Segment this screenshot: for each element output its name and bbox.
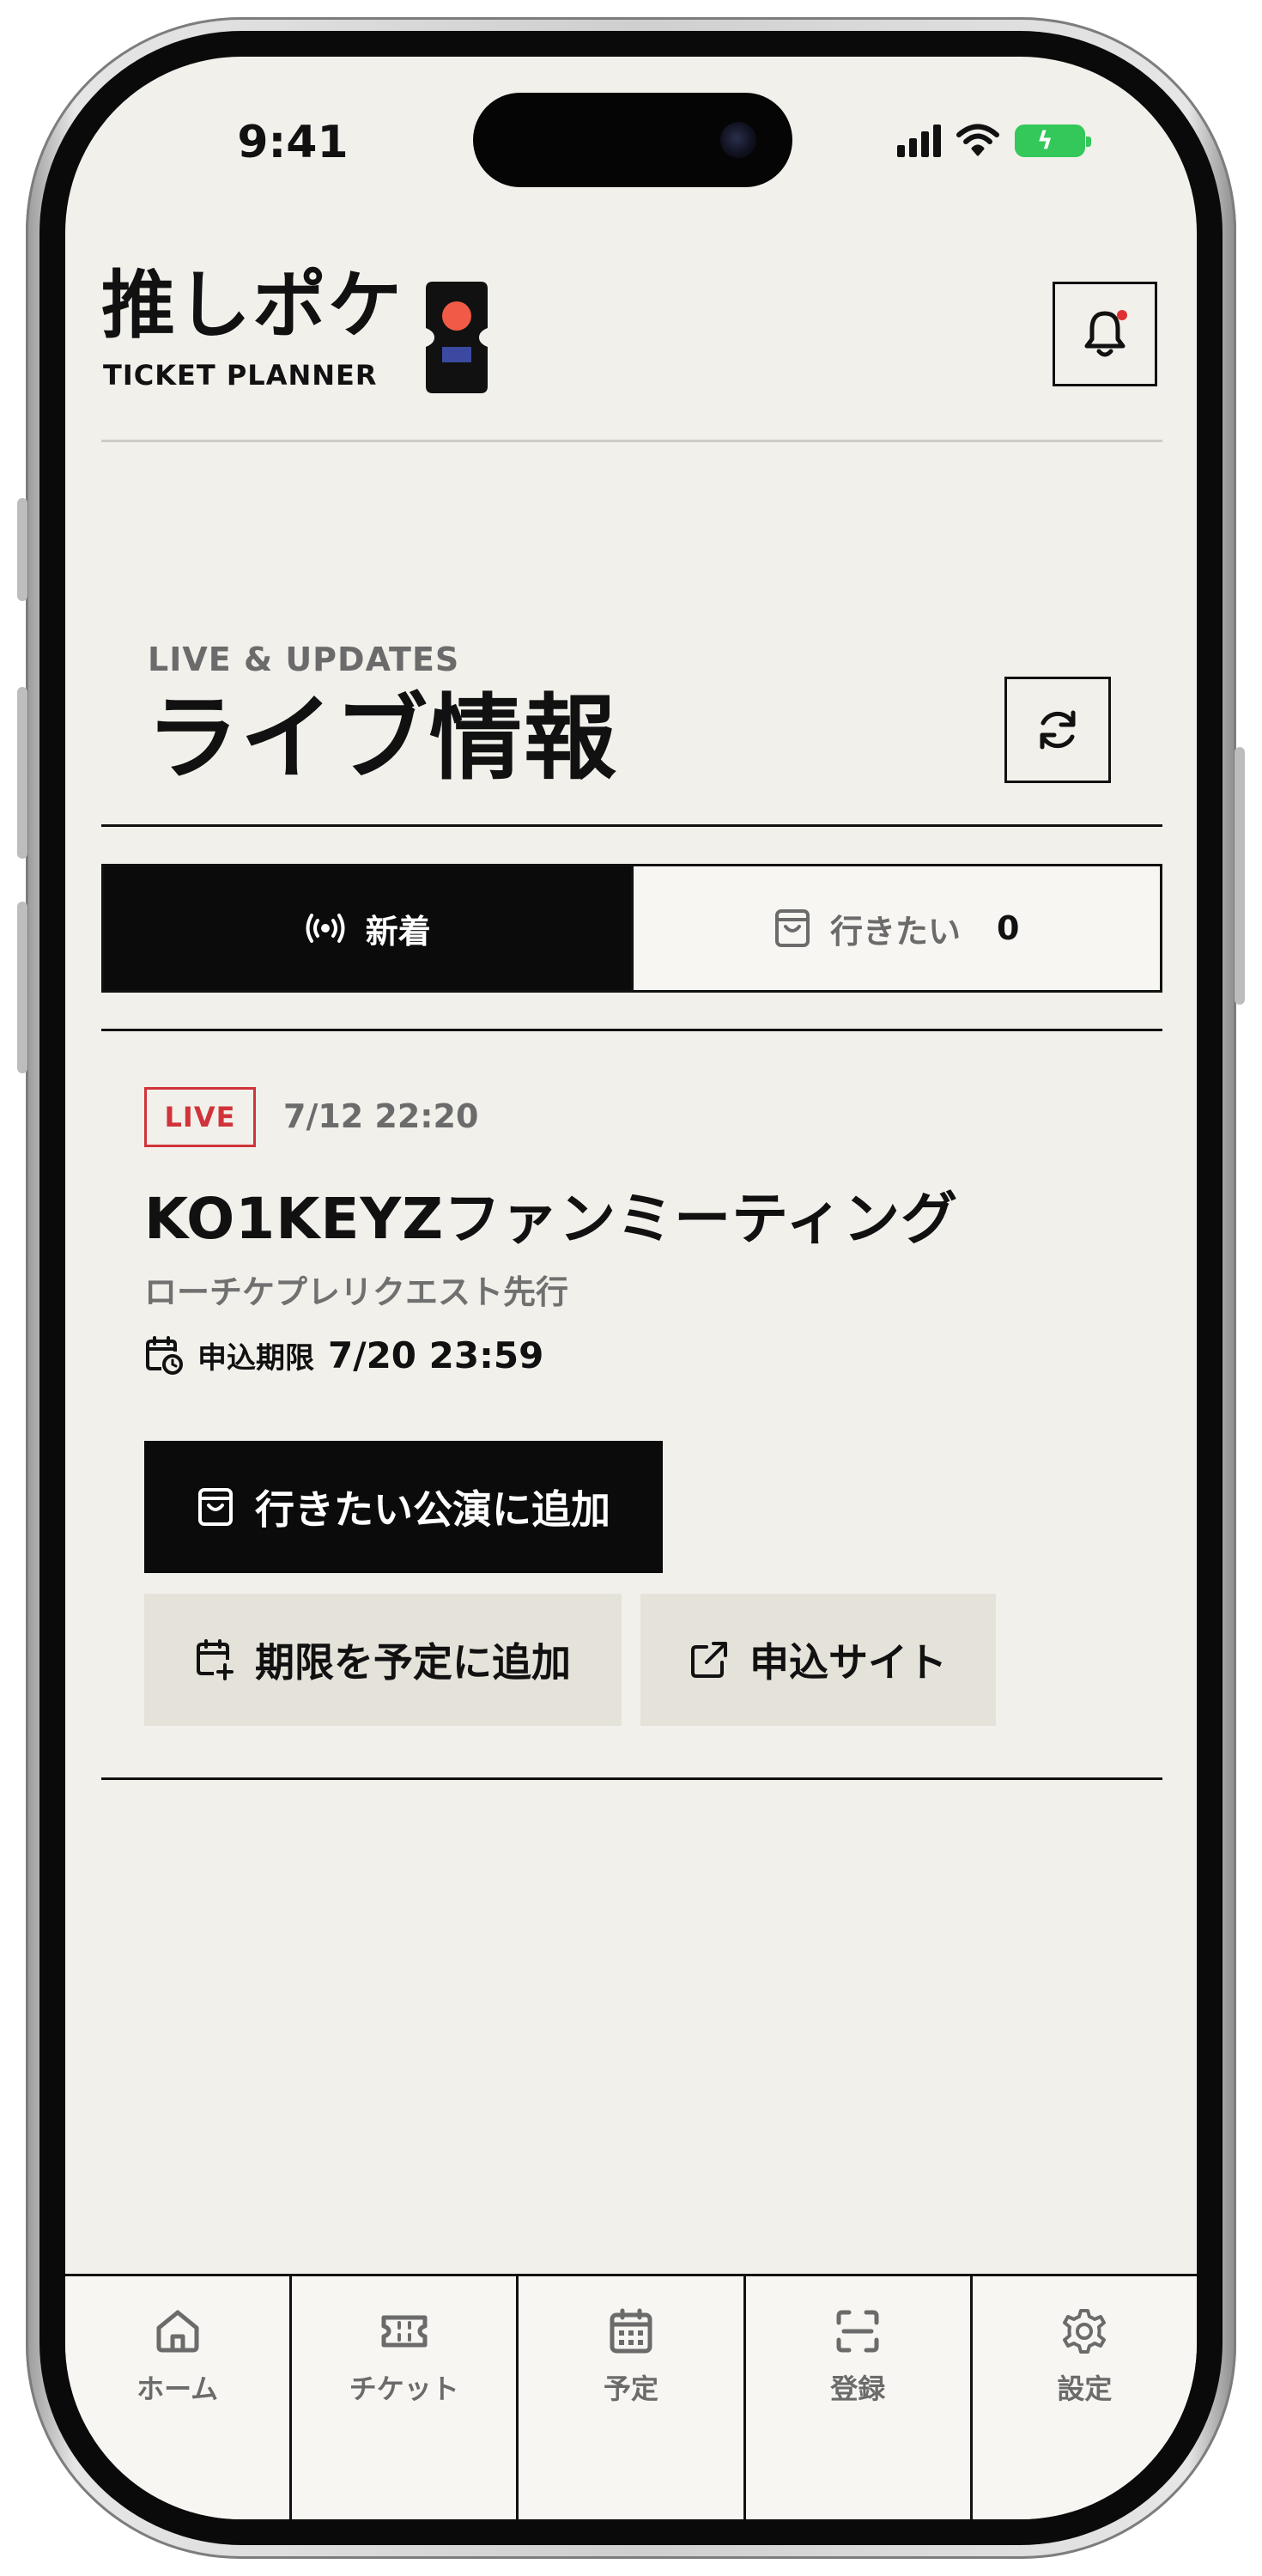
nav-settings[interactable]: 設定 [969,2276,1197,2519]
action-button [17,498,27,601]
event-title: KO1KEYZファンミーティング [144,1186,959,1252]
app-title: 推しポケ [101,263,403,349]
event-subtitle: ローチケプレリクエスト先行 [144,1273,569,1311]
notification-button[interactable] [1053,282,1157,386]
tab-new[interactable]: 新着 [104,866,631,990]
tab-new-label: 新着 [365,912,431,951]
add-to-want-button[interactable]: 行きたい公演に追加 [144,1441,663,1573]
nav-home-label: ホーム [137,2372,219,2405]
status-icons: ϟ [897,122,1091,160]
nav-settings-label: 設定 [1057,2372,1113,2405]
tab-want-label: 行きたい [830,912,962,951]
card-divider [101,1777,1162,1780]
bag-icon [198,1488,233,1526]
nav-register[interactable]: 登録 [743,2276,970,2519]
volume-up-button [17,687,27,859]
app-screen: 9:41 ϟ 推しポケ TICKET PLANNER LIVE & UPDATE… [65,57,1197,2519]
ticket-icon [381,2315,428,2348]
tabs-divider [101,1029,1162,1031]
add-deadline-schedule-label: 期限を予定に追加 [255,1639,571,1686]
signal-icon [897,125,941,157]
section-title: ライブ情報 [146,685,619,793]
nav-register-label: 登録 [830,2372,886,2405]
refresh-button[interactable] [1004,677,1111,783]
application-site-button[interactable]: 申込サイト [640,1594,996,1726]
add-to-want-label: 行きたい公演に追加 [255,1486,610,1533]
deadline-label: 申込期限 [197,1341,314,1376]
section-divider [101,824,1162,827]
wifi-icon [956,124,999,156]
event-datetime: 7/12 22:20 [283,1097,479,1135]
tab-bar: 新着 行きたい 0 [101,864,1162,993]
tab-want[interactable]: 行きたい 0 [630,866,1160,990]
external-link-icon [691,1642,727,1678]
bag-icon [775,909,810,947]
app-subtitle: TICKET PLANNER [103,359,378,392]
calendar-icon [610,2308,652,2354]
calendar-plus-icon [197,1639,234,1680]
home-icon [156,2310,199,2353]
live-badge: LIVE [144,1087,256,1147]
deadline-value: 7/20 23:59 [328,1334,544,1376]
scan-icon [836,2310,879,2353]
camera-icon [720,122,756,158]
nav-schedule[interactable]: 予定 [516,2276,743,2519]
nav-tickets-label: チケット [349,2372,459,2405]
status-time: 9:41 [237,117,349,168]
notification-dot [1117,310,1127,320]
tab-want-count: 0 [997,909,1020,947]
header-divider [101,440,1162,442]
volume-down-button [17,902,27,1073]
nav-home[interactable]: ホーム [65,2276,289,2519]
nav-schedule-label: 予定 [604,2372,659,2405]
broadcast-icon [306,914,345,943]
refresh-icon [1040,710,1076,750]
nav-tickets[interactable]: チケット [289,2276,516,2519]
add-deadline-schedule-button[interactable]: 期限を予定に追加 [144,1594,622,1726]
section-kicker: LIVE & UPDATES [148,641,460,678]
battery-icon: ϟ [1015,125,1091,157]
dynamic-island [473,93,792,187]
ticket-icon [426,282,488,393]
power-button [1235,747,1245,1005]
gear-icon [1063,2309,1107,2354]
calendar-clock-icon [146,1335,183,1375]
event-deadline: 申込期限 7/20 23:59 [144,1334,543,1376]
application-site-label: 申込サイト [749,1639,947,1686]
bottom-nav: ホーム チケット 予定 登録 設定 [65,2274,1197,2519]
